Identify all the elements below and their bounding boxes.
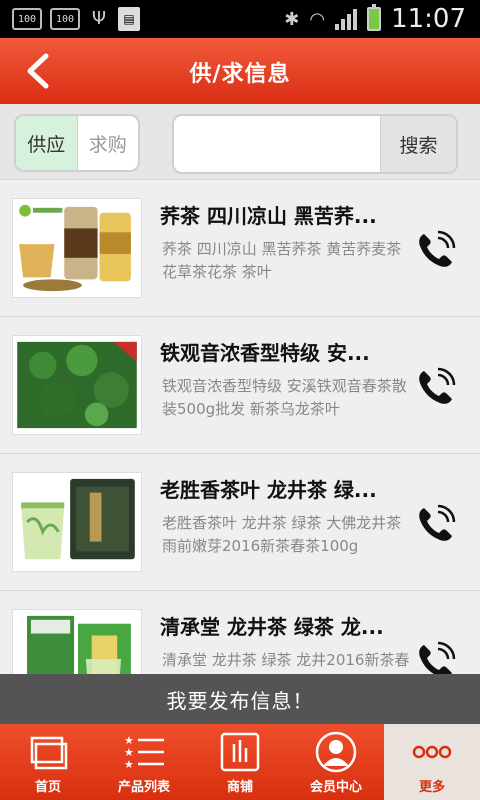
item-title: 清承堂 龙井茶 绿茶 龙...	[160, 615, 384, 639]
item-description: 老胜香茶叶 龙井茶 绿茶 大佛龙井茶雨前嫩芽2016新茶春茶100g	[162, 514, 402, 555]
call-button[interactable]	[414, 502, 458, 546]
list-item[interactable]: 荞茶 四川凉山 黑苦荞... 荞茶 四川凉山 黑苦荞茶 黄苦荞麦茶 花草茶花茶 …	[0, 180, 480, 317]
item-description: 铁观音浓香型特级 安溪铁观音春茶散装500g批发 新茶乌龙茶叶	[162, 377, 407, 418]
bottom-nav: 首页 ★ ★ ★ 产品列表 商铺 会员中心 更多	[0, 724, 480, 800]
item-title: 铁观音浓香型特级 安...	[160, 341, 370, 365]
tab-demand[interactable]: 求购	[78, 116, 139, 170]
call-button[interactable]	[414, 365, 458, 409]
more-icon	[412, 745, 452, 759]
nav-label: 更多	[418, 780, 445, 795]
item-description: 荞茶 四川凉山 黑苦荞茶 黄苦荞麦茶 花草茶花茶 茶叶	[162, 240, 402, 281]
phone-icon	[419, 641, 456, 674]
list-item[interactable]: 清承堂 龙井茶 绿茶 龙... 清承堂 龙井茶 绿茶 龙井2016新茶春茶雨前嫩…	[0, 591, 480, 674]
supply-demand-toggle: 供应 求购	[14, 114, 140, 172]
clock: 11:07	[391, 4, 466, 34]
app-notification-icon: ▤	[118, 7, 140, 31]
publish-info-button[interactable]: 我要发布信息！	[0, 674, 480, 724]
phone-icon	[419, 230, 456, 267]
search-input[interactable]	[174, 116, 382, 172]
nav-label: 产品列表	[117, 780, 170, 795]
nav-label: 商铺	[226, 780, 253, 795]
nav-member-center[interactable]: 会员中心	[288, 724, 384, 800]
wifi-icon: ◠	[309, 8, 326, 30]
nav-label: 首页	[34, 780, 61, 795]
nav-label: 会员中心	[309, 780, 362, 795]
product-image	[12, 198, 142, 298]
tab-supply[interactable]: 供应	[16, 116, 78, 170]
nav-shop[interactable]: 商铺	[192, 724, 288, 800]
product-image	[12, 335, 142, 435]
product-image	[12, 609, 142, 674]
nav-home[interactable]: 首页	[0, 724, 96, 800]
nav-product-list[interactable]: ★ ★ ★ 产品列表	[96, 724, 192, 800]
title-bar: 供/求信息	[0, 38, 480, 104]
shop-icon	[220, 732, 260, 772]
page-title: 供/求信息	[189, 62, 291, 87]
list-item[interactable]: 老胜香茶叶 龙井茶 绿... 老胜香茶叶 龙井茶 绿茶 大佛龙井茶雨前嫩芽201…	[0, 454, 480, 591]
item-title: 老胜香茶叶 龙井茶 绿...	[160, 478, 377, 502]
user-icon	[315, 731, 357, 773]
item-title: 荞茶 四川凉山 黑苦荞...	[160, 204, 377, 228]
bluetooth-icon: ✱	[284, 8, 300, 30]
signal-icon	[335, 8, 358, 30]
usb-icon: Ψ	[91, 8, 107, 29]
call-button[interactable]	[414, 228, 458, 272]
list-item[interactable]: 铁观音浓香型特级 安... 铁观音浓香型特级 安溪铁观音春茶散装500g批发 新…	[0, 317, 480, 454]
battery-icon	[367, 4, 382, 31]
nav-more[interactable]: 更多	[384, 724, 480, 800]
search-box: 搜索	[172, 114, 458, 174]
list-icon: ★ ★ ★	[124, 734, 164, 771]
product-image	[12, 472, 142, 572]
search-button[interactable]: 搜索	[380, 116, 456, 172]
call-button[interactable]	[414, 639, 458, 674]
filter-bar: 供应 求购 搜索	[0, 104, 480, 180]
status-bar: 100 100 Ψ ▤ ✱ ◠ 11:07	[0, 0, 480, 38]
home-icon	[30, 736, 68, 770]
svg-text:★: ★	[124, 758, 134, 771]
item-description: 清承堂 龙井茶 绿茶 龙井2016新茶春茶雨前嫩芽散装手工	[162, 651, 410, 669]
product-list: 荞茶 四川凉山 黑苦荞... 荞茶 四川凉山 黑苦荞茶 黄苦荞麦茶 花草茶花茶 …	[0, 180, 480, 674]
sb-notification-icon: 100	[50, 8, 80, 30]
phone-icon	[419, 504, 456, 541]
sb-notification-icon: 100	[12, 8, 42, 30]
phone-icon	[419, 367, 456, 404]
